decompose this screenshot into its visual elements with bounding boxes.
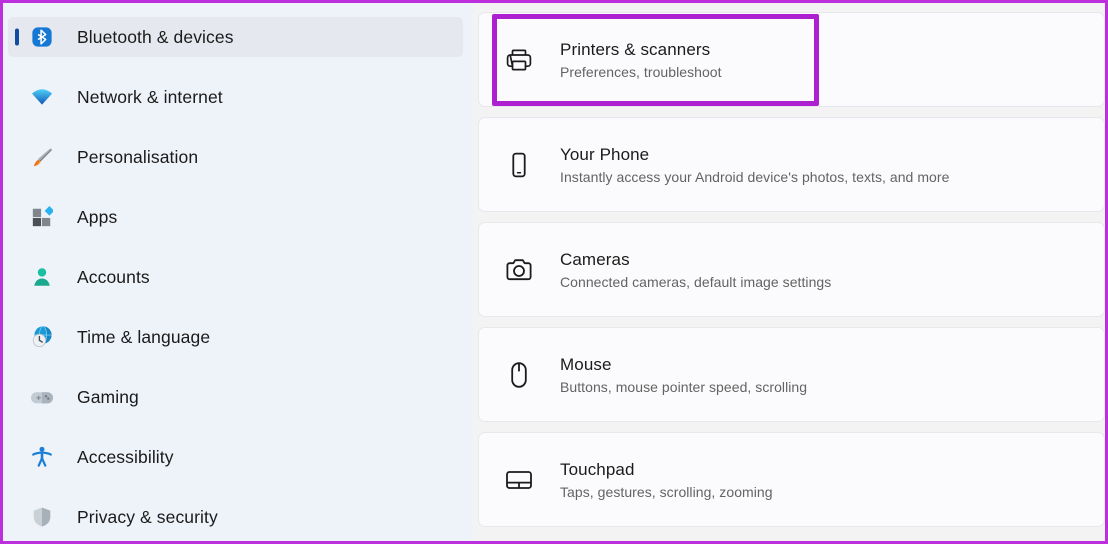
apps-icon bbox=[30, 205, 54, 229]
card-text: Cameras Connected cameras, default image… bbox=[560, 250, 831, 290]
sidebar-item-label: Apps bbox=[77, 206, 118, 227]
sidebar-item-accounts[interactable]: Accounts bbox=[8, 257, 463, 297]
settings-sidebar: Bluetooth & devices Network & internet P… bbox=[3, 3, 473, 541]
card-text: Touchpad Taps, gestures, scrolling, zoom… bbox=[560, 460, 773, 500]
card-subtitle: Connected cameras, default image setting… bbox=[560, 273, 832, 290]
sidebar-item-label: Gaming bbox=[77, 386, 139, 407]
setting-card-your-phone[interactable]: Your Phone Instantly access your Android… bbox=[478, 117, 1105, 212]
bluetooth-icon bbox=[30, 25, 54, 49]
card-subtitle: Instantly access your Android device's p… bbox=[560, 168, 950, 185]
card-subtitle: Preferences, troubleshoot bbox=[560, 63, 722, 80]
accessibility-icon bbox=[30, 445, 54, 469]
sidebar-item-accessibility[interactable]: Accessibility bbox=[8, 437, 463, 477]
card-subtitle: Taps, gestures, scrolling, zooming bbox=[560, 483, 773, 500]
sidebar-item-gaming[interactable]: Gaming bbox=[8, 377, 463, 417]
sidebar-item-network-internet[interactable]: Network & internet bbox=[8, 77, 463, 117]
sidebar-item-label: Network & internet bbox=[77, 86, 223, 107]
setting-card-mouse[interactable]: Mouse Buttons, mouse pointer speed, scro… bbox=[478, 327, 1105, 422]
touchpad-icon bbox=[503, 464, 535, 496]
sidebar-item-label: Accessibility bbox=[77, 446, 174, 467]
sidebar-item-privacy-security[interactable]: Privacy & security bbox=[8, 497, 463, 537]
selection-accent-bar bbox=[15, 28, 19, 46]
card-title: Touchpad bbox=[560, 459, 635, 479]
sidebar-item-apps[interactable]: Apps bbox=[8, 197, 463, 237]
card-title: Printers & scanners bbox=[560, 39, 711, 59]
sidebar-item-bluetooth-devices[interactable]: Bluetooth & devices bbox=[8, 17, 463, 57]
setting-card-printers-scanners[interactable]: Printers & scanners Preferences, trouble… bbox=[478, 12, 1105, 107]
setting-card-cameras[interactable]: Cameras Connected cameras, default image… bbox=[478, 222, 1105, 317]
shield-icon bbox=[30, 505, 54, 529]
sidebar-item-label: Bluetooth & devices bbox=[77, 26, 234, 47]
printer-icon bbox=[503, 44, 535, 76]
sidebar-item-label: Personalisation bbox=[77, 146, 199, 167]
sidebar-item-label: Time & language bbox=[77, 326, 211, 347]
card-title: Cameras bbox=[560, 249, 630, 269]
phone-icon bbox=[503, 149, 535, 181]
card-text: Mouse Buttons, mouse pointer speed, scro… bbox=[560, 355, 807, 395]
card-title: Mouse bbox=[560, 354, 612, 374]
sidebar-item-label: Privacy & security bbox=[77, 506, 218, 527]
wifi-icon bbox=[30, 85, 54, 109]
card-subtitle: Buttons, mouse pointer speed, scrolling bbox=[560, 378, 808, 395]
sidebar-item-time-language[interactable]: Time & language bbox=[8, 317, 463, 357]
card-text: Printers & scanners Preferences, trouble… bbox=[560, 40, 722, 80]
person-icon bbox=[30, 265, 54, 289]
settings-content-pane: Printers & scanners Preferences, trouble… bbox=[473, 3, 1105, 541]
gamepad-icon bbox=[30, 385, 54, 409]
setting-card-touchpad[interactable]: Touchpad Taps, gestures, scrolling, zoom… bbox=[478, 432, 1105, 527]
card-text: Your Phone Instantly access your Android… bbox=[560, 145, 949, 185]
sidebar-item-personalisation[interactable]: Personalisation bbox=[8, 137, 463, 177]
mouse-icon bbox=[503, 359, 535, 391]
sidebar-item-label: Accounts bbox=[77, 266, 150, 287]
card-title: Your Phone bbox=[560, 144, 650, 164]
clock-globe-icon bbox=[30, 325, 54, 349]
camera-icon bbox=[503, 254, 535, 286]
settings-window: Bluetooth & devices Network & internet P… bbox=[0, 0, 1108, 544]
paintbrush-icon bbox=[30, 145, 54, 169]
